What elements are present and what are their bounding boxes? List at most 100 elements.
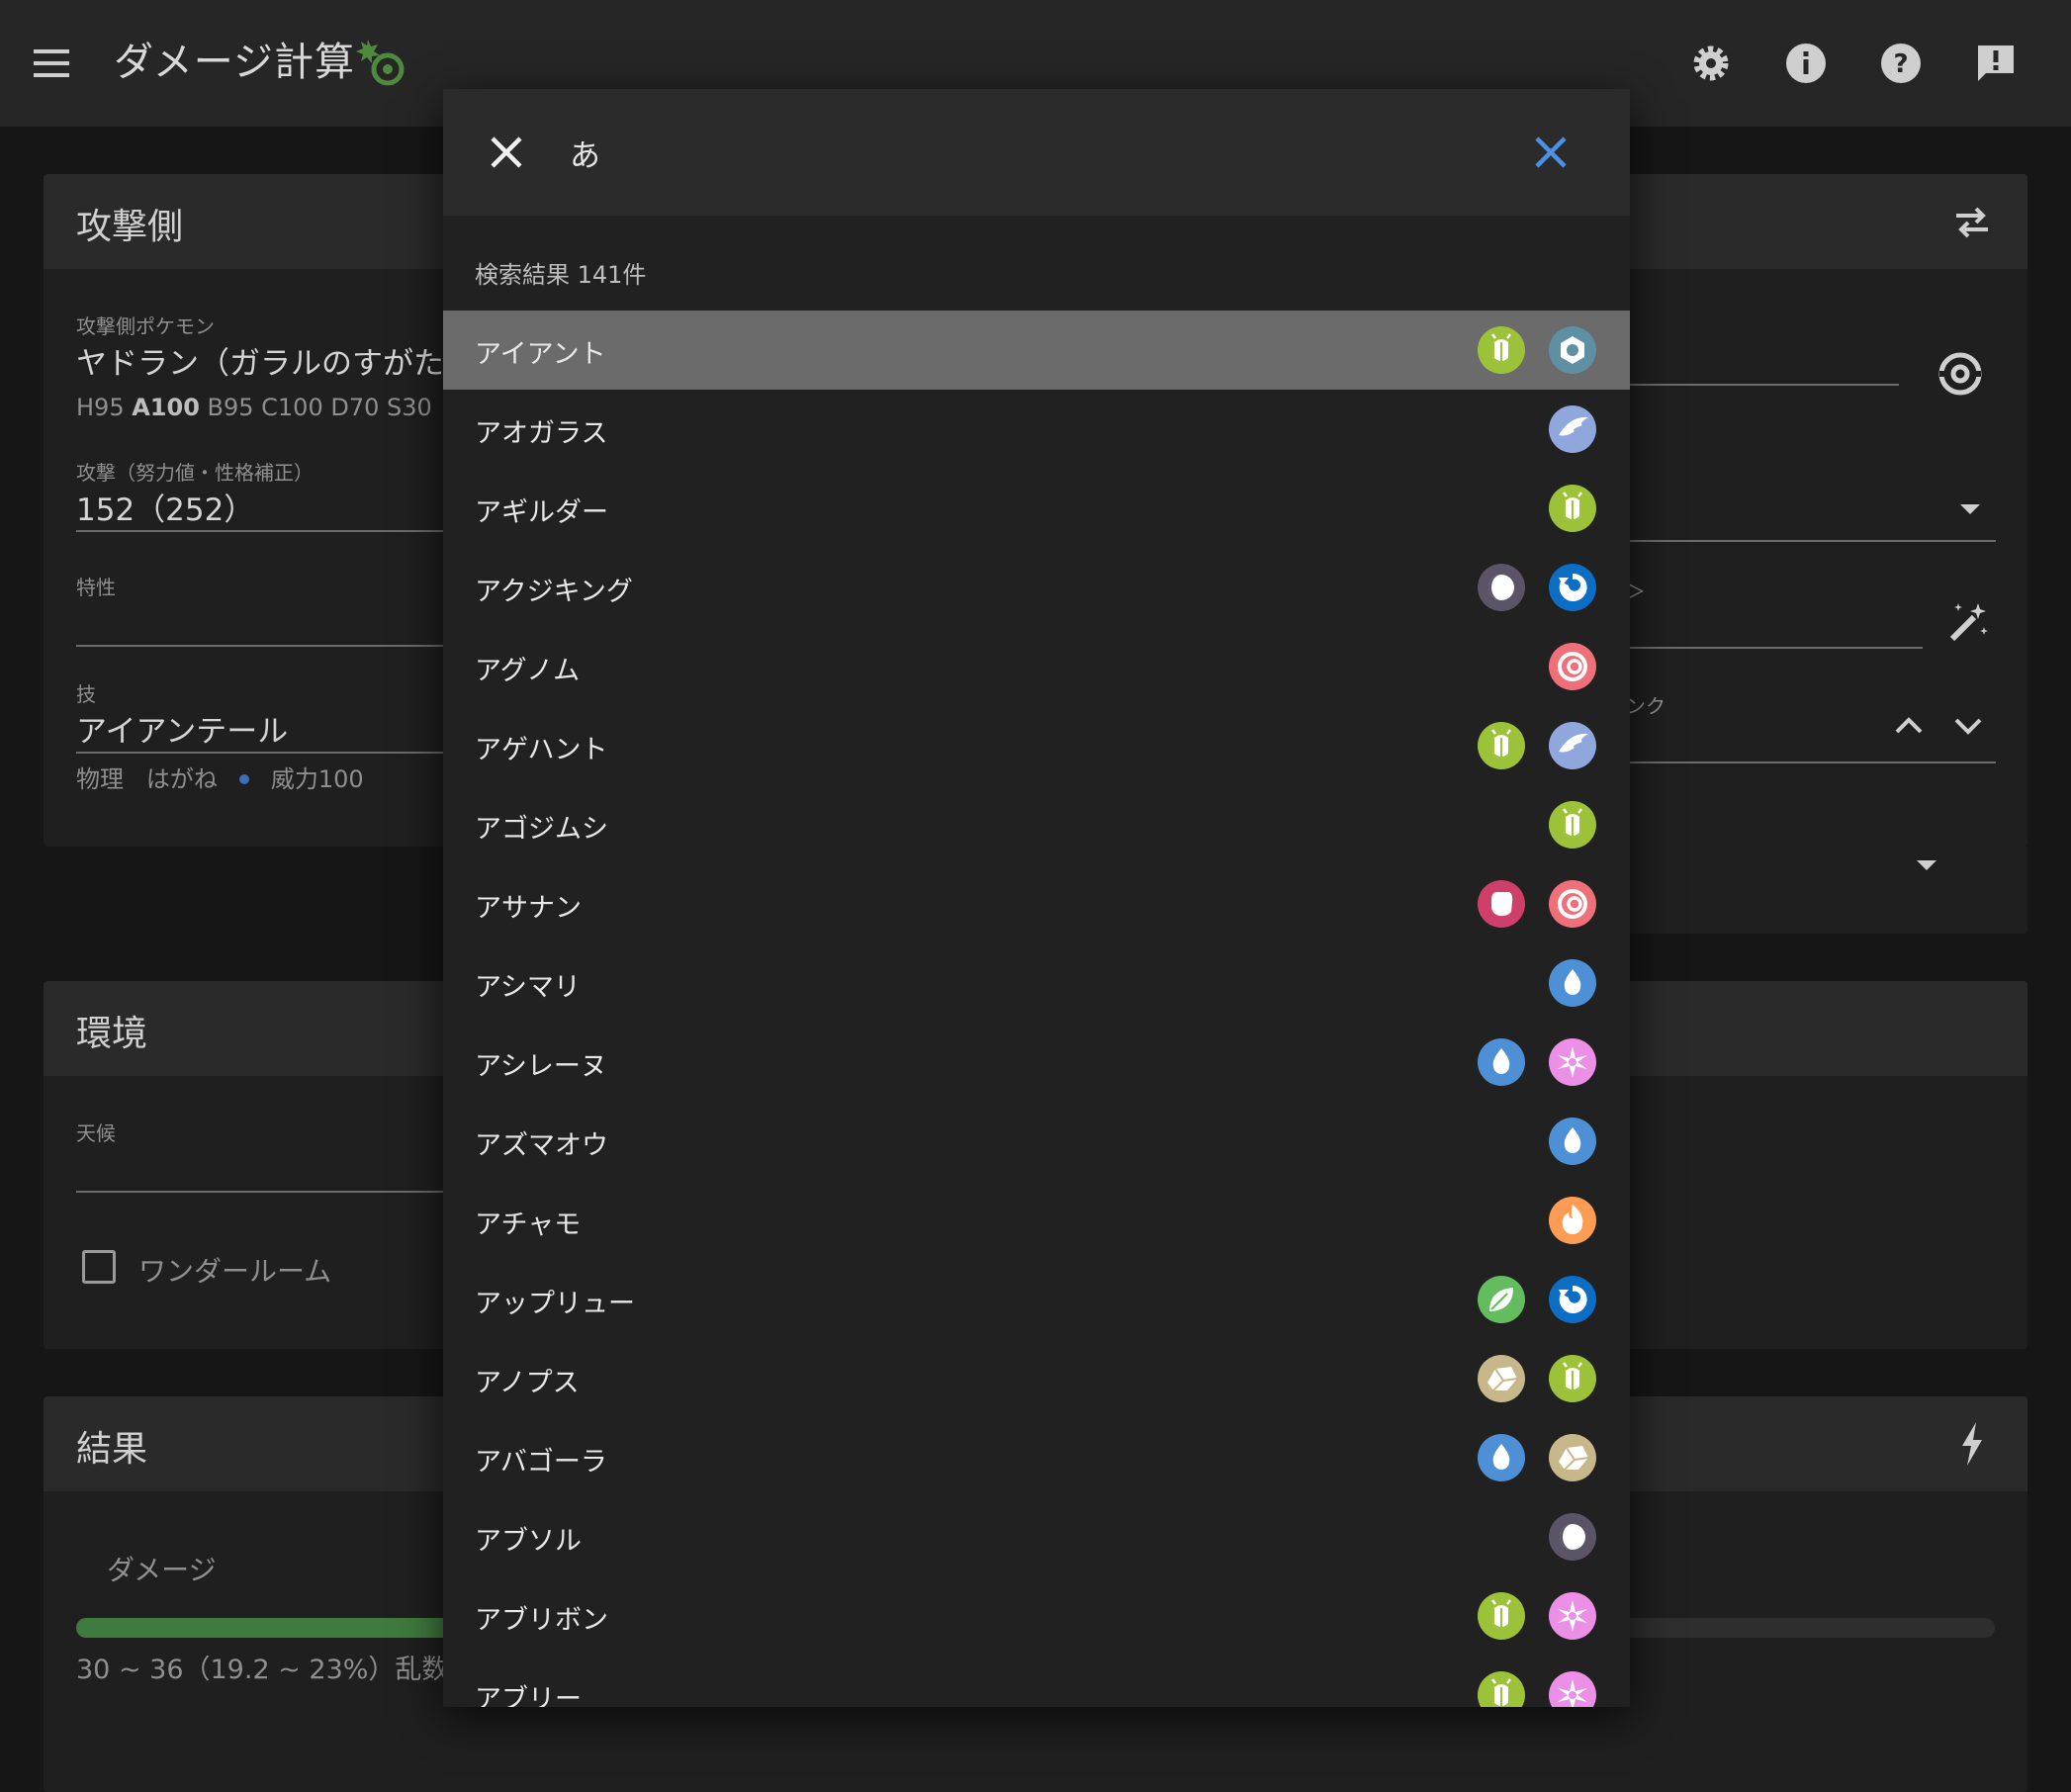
- chevron-down-icon[interactable]: [1950, 712, 1986, 740]
- type-grass-icon: [1478, 1276, 1525, 1323]
- search-input[interactable]: [568, 119, 1438, 186]
- clear-icon[interactable]: [1527, 129, 1575, 176]
- list-item[interactable]: アチャモ: [443, 1181, 1630, 1260]
- type-bug-icon: [1549, 1355, 1596, 1402]
- type-fairy-icon: [1549, 1038, 1596, 1086]
- attacker-pokemon-field[interactable]: ヤドラン（ガラルのすがた: [76, 338, 444, 383]
- environment-title: 環境: [76, 1014, 148, 1054]
- pokemon-name: アイアント: [475, 339, 606, 370]
- list-item[interactable]: アギルダー: [443, 469, 1630, 548]
- type-rock-icon: [1549, 1434, 1596, 1481]
- list-item[interactable]: アゴジムシ: [443, 785, 1630, 864]
- chevron-up-icon[interactable]: [1891, 712, 1927, 740]
- list-item[interactable]: アズマオウ: [443, 1102, 1630, 1181]
- result-title: 結果: [76, 1429, 148, 1470]
- list-item[interactable]: アバゴーラ: [443, 1418, 1630, 1497]
- type-steel-icon: [1549, 326, 1596, 374]
- result-list: アイアントアオガラスアギルダーアクジキング アグノムアゲハントアゴジムシアサナンア…: [443, 311, 1630, 1707]
- swap-icon[interactable]: [1952, 204, 1992, 239]
- type-bug-icon: [1549, 485, 1596, 532]
- pokemon-name: アグノム: [475, 656, 581, 686]
- help-icon[interactable]: ?: [1877, 40, 1925, 87]
- list-item[interactable]: アシレーヌ: [443, 1023, 1630, 1102]
- list-item[interactable]: アップリュー: [443, 1260, 1630, 1339]
- pokemon-name: アシレーヌ: [475, 1051, 607, 1082]
- move-field[interactable]: アイアンテール: [76, 706, 288, 751]
- type-dark-icon: [1549, 1513, 1596, 1561]
- pokemon-name: アクジキング: [475, 577, 633, 607]
- attack-stat-field[interactable]: 152（252）: [76, 485, 254, 529]
- pokeball-icon[interactable]: [1936, 350, 1984, 398]
- wonder-room-label: ワンダールーム: [138, 1255, 332, 1288]
- type-psychic-icon: [1549, 643, 1596, 690]
- magic-wand-icon[interactable]: [1944, 597, 1992, 645]
- result-count: 検索結果 141件: [475, 261, 647, 289]
- type-flying-icon: [1549, 722, 1596, 769]
- list-item[interactable]: アグノム: [443, 627, 1630, 706]
- move-meta: 物理 はがね 威力100: [76, 765, 364, 793]
- list-item[interactable]: アノプス: [443, 1339, 1630, 1418]
- dialog-header: [443, 89, 1630, 216]
- list-item[interactable]: アブソル: [443, 1497, 1630, 1576]
- type-water-icon: [1549, 959, 1596, 1007]
- list-item[interactable]: アオガラス: [443, 390, 1630, 469]
- pokemon-name: アブリボン: [475, 1605, 608, 1636]
- type-rock-icon: [1478, 1355, 1525, 1402]
- pokemon-name: アゴジムシ: [475, 814, 608, 845]
- type-flying-icon: [1549, 405, 1596, 453]
- feedback-icon[interactable]: [1972, 40, 2020, 87]
- pokemon-name: アゲハント: [475, 735, 608, 765]
- pokemon-name: アズマオウ: [475, 1130, 608, 1161]
- type-bug-icon: [1478, 1671, 1525, 1707]
- weather-label: 天候: [76, 1121, 116, 1145]
- pokemon-search-dialog: 検索結果 141件 アイアントアオガラスアギルダーアクジキングアグノムアゲハント…: [443, 89, 1630, 1707]
- attacker-title: 攻撃側: [76, 207, 184, 247]
- ability-field[interactable]: [76, 645, 492, 647]
- list-item[interactable]: アブリボン: [443, 1576, 1630, 1656]
- pokemon-name: アバゴーラ: [475, 1447, 607, 1478]
- type-psychic-icon: [1549, 880, 1596, 928]
- type-water-icon: [1549, 1118, 1596, 1165]
- type-bug-icon: [1478, 1592, 1525, 1640]
- type-fighting-icon: [1478, 880, 1525, 928]
- type-bug-icon: [1478, 326, 1525, 374]
- damage-text: 30 ~ 36（19.2 ~ 23%）乱数5: [76, 1655, 466, 1685]
- pokemon-name: アギルダー: [475, 497, 608, 528]
- ability-label: 特性: [76, 576, 116, 599]
- list-item[interactable]: アゲハント: [443, 706, 1630, 785]
- type-bug-icon: [1478, 722, 1525, 769]
- type-fairy-icon: [1549, 1592, 1596, 1640]
- menu-icon[interactable]: [32, 45, 71, 81]
- list-item[interactable]: アシマリ: [443, 943, 1630, 1023]
- type-bug-icon: [1549, 801, 1596, 849]
- list-item[interactable]: アブリー: [443, 1656, 1630, 1707]
- pokemon-name: アブソル: [475, 1526, 582, 1557]
- type-water-icon: [1478, 1434, 1525, 1481]
- type-dragon-icon: [1549, 564, 1596, 611]
- pokemon-name: アノプス: [475, 1368, 580, 1398]
- type-dark-icon: [1478, 564, 1525, 611]
- pokemon-name: アシマリ: [475, 972, 581, 1003]
- list-item[interactable]: アサナン: [443, 864, 1630, 943]
- close-icon[interactable]: [481, 127, 532, 178]
- flash-icon[interactable]: [1956, 1420, 1988, 1468]
- pokemon-name: アブリー: [475, 1684, 582, 1707]
- pokemon-name: アオガラス: [475, 418, 608, 449]
- dropdown-icon[interactable]: [1956, 498, 1984, 518]
- weather-field[interactable]: [76, 1191, 492, 1193]
- move-label: 技: [76, 682, 96, 706]
- wonder-room-checkbox[interactable]: [82, 1250, 116, 1284]
- attacker-pokemon-label: 攻撃側ポケモン: [76, 314, 215, 338]
- type-water-icon: [1478, 1038, 1525, 1086]
- attacker-stats: H95 A100 B95 C100 D70 S30: [76, 394, 432, 421]
- settings-icon[interactable]: [1687, 40, 1735, 87]
- list-item[interactable]: アクジキング: [443, 548, 1630, 627]
- type-fairy-icon: [1549, 1671, 1596, 1707]
- type-dot: [238, 773, 249, 784]
- logo-icon: [356, 40, 405, 86]
- info-icon[interactable]: [1782, 40, 1830, 87]
- dropdown-icon[interactable]: [1913, 854, 1940, 874]
- list-item[interactable]: アイアント: [443, 311, 1630, 390]
- type-fire-icon: [1549, 1197, 1596, 1244]
- type-dragon-icon: [1549, 1276, 1596, 1323]
